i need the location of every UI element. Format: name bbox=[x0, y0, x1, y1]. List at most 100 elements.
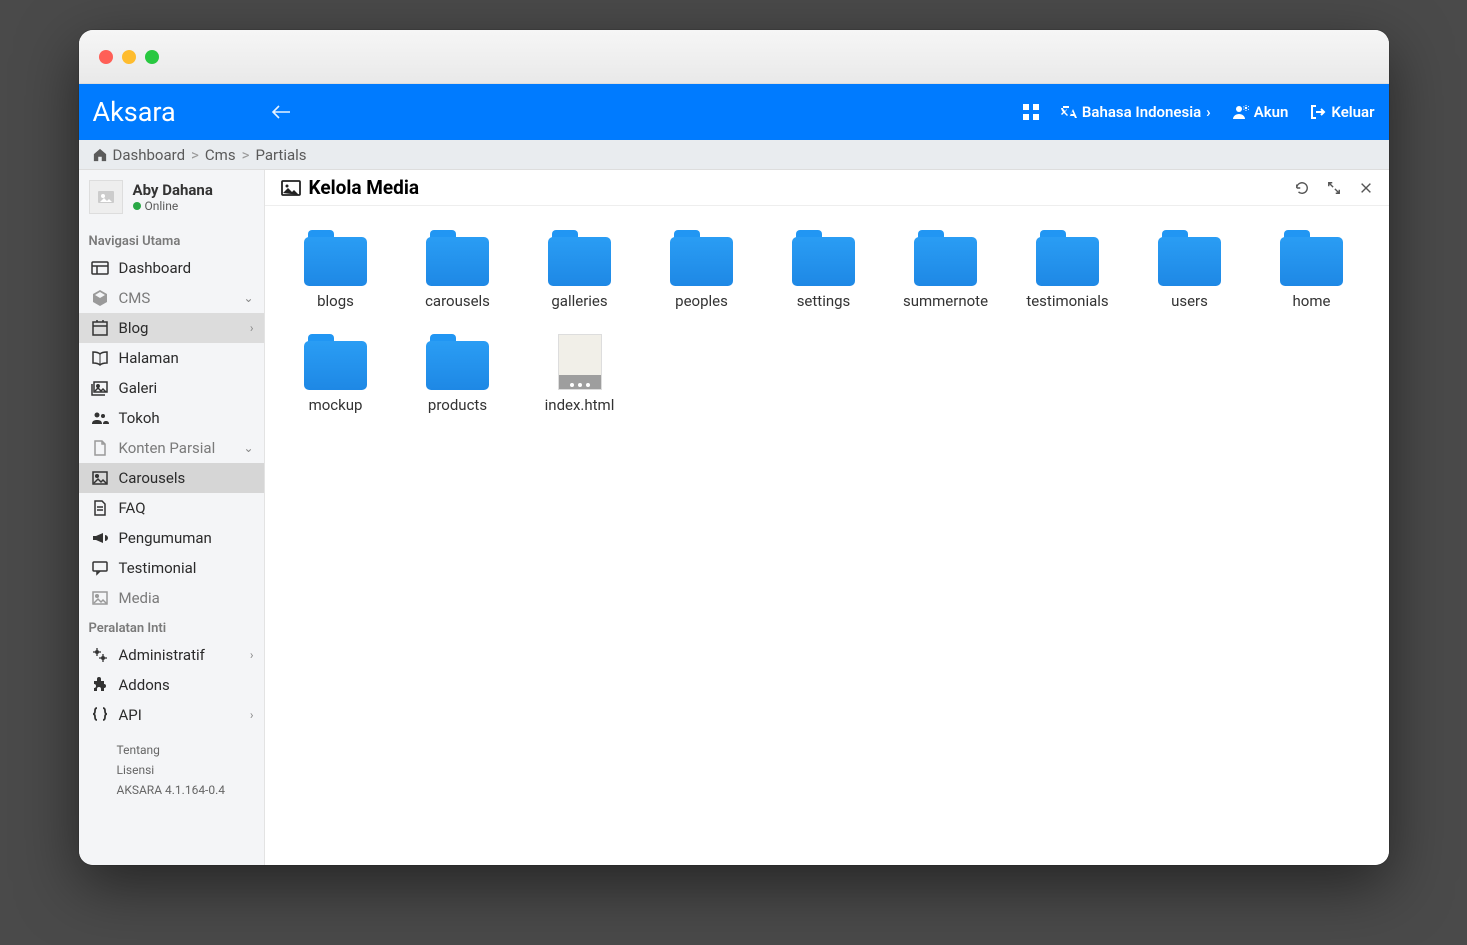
nav-pengumuman[interactable]: Pengumuman bbox=[79, 523, 264, 553]
folder-icon bbox=[914, 230, 977, 286]
folder-icon bbox=[548, 230, 611, 286]
folder-item[interactable]: blogs bbox=[275, 230, 397, 310]
status-dot-icon bbox=[133, 202, 141, 210]
nav-faq[interactable]: FAQ bbox=[79, 493, 264, 523]
close-icon[interactable] bbox=[1359, 181, 1373, 195]
chevron-down-icon: ⌄ bbox=[243, 291, 253, 305]
nav-blog[interactable]: Blog › bbox=[79, 313, 264, 343]
breadcrumb-cms[interactable]: Cms bbox=[205, 146, 236, 164]
nav-halaman[interactable]: Halaman bbox=[79, 343, 264, 373]
braces-icon bbox=[91, 706, 109, 724]
item-label: settings bbox=[797, 292, 851, 310]
nav-api[interactable]: API › bbox=[79, 700, 264, 730]
folder-item[interactable]: carousels bbox=[397, 230, 519, 310]
sidebar-footer: Tentang Lisensi AKSARA 4.1.164-0.4 bbox=[79, 730, 264, 806]
chat-icon bbox=[91, 559, 109, 577]
calendar-icon bbox=[91, 319, 109, 337]
nav-media[interactable]: Media bbox=[79, 583, 264, 613]
content: Aby Dahana Online Navigasi Utama Dashboa… bbox=[79, 170, 1389, 865]
picture-icon bbox=[91, 589, 109, 607]
folder-icon bbox=[670, 230, 733, 286]
media-icon bbox=[281, 179, 301, 197]
folder-item[interactable]: testimonials bbox=[1007, 230, 1129, 310]
images-icon bbox=[91, 379, 109, 397]
nav-header-main: Navigasi Utama bbox=[79, 226, 264, 253]
fullscreen-toggle-icon[interactable] bbox=[1023, 104, 1039, 120]
brand-logo[interactable]: Aksara bbox=[93, 96, 271, 128]
folder-icon bbox=[426, 334, 489, 390]
language-label: Bahasa Indonesia bbox=[1082, 103, 1201, 121]
logout-label: Keluar bbox=[1331, 103, 1374, 121]
folder-item[interactable]: users bbox=[1129, 230, 1251, 310]
folder-item[interactable]: summernote bbox=[885, 230, 1007, 310]
nav-header-tools: Peralatan Inti bbox=[79, 613, 264, 640]
file-icon bbox=[91, 439, 109, 457]
file-text-icon bbox=[91, 499, 109, 517]
folder-item[interactable]: products bbox=[397, 334, 519, 414]
home-icon bbox=[93, 148, 107, 162]
nav-tokoh[interactable]: Tokoh bbox=[79, 403, 264, 433]
nav-galeri[interactable]: Galeri bbox=[79, 373, 264, 403]
topbar-right: Bahasa Indonesia › Akun Keluar bbox=[1023, 103, 1375, 121]
chevron-right-icon: › bbox=[250, 648, 254, 662]
topbar: Aksara Bahasa Indonesia › Akun Keluar bbox=[79, 84, 1389, 140]
mac-titlebar bbox=[79, 30, 1389, 84]
nav-testimonial[interactable]: Testimonial bbox=[79, 553, 264, 583]
logout-button[interactable]: Keluar bbox=[1310, 103, 1374, 121]
folder-item[interactable]: settings bbox=[763, 230, 885, 310]
footer-tentang[interactable]: Tentang bbox=[117, 740, 254, 760]
app-window: Aksara Bahasa Indonesia › Akun Keluar bbox=[79, 30, 1389, 865]
breadcrumb: Dashboard > Cms > Partials bbox=[79, 140, 1389, 170]
item-label: summernote bbox=[903, 292, 988, 310]
chevron-right-icon: › bbox=[250, 708, 254, 722]
close-window-dot[interactable] bbox=[99, 50, 113, 64]
item-label: mockup bbox=[309, 396, 363, 414]
nav-administratif[interactable]: Administratif › bbox=[79, 640, 264, 670]
footer-version: AKSARA 4.1.164-0.4 bbox=[117, 780, 254, 800]
user-profile[interactable]: Aby Dahana Online bbox=[79, 170, 264, 226]
nav-addons[interactable]: Addons bbox=[79, 670, 264, 700]
translate-icon bbox=[1061, 104, 1077, 120]
minimize-window-dot[interactable] bbox=[122, 50, 136, 64]
breadcrumb-dashboard[interactable]: Dashboard bbox=[113, 146, 186, 164]
user-name: Aby Dahana bbox=[133, 181, 213, 199]
breadcrumb-sep: > bbox=[191, 146, 199, 164]
refresh-icon[interactable] bbox=[1295, 181, 1309, 195]
item-label: index.html bbox=[545, 396, 615, 414]
breadcrumb-sep: > bbox=[242, 146, 250, 164]
breadcrumb-partials[interactable]: Partials bbox=[255, 146, 306, 164]
back-arrow-icon[interactable] bbox=[271, 105, 299, 119]
nav-dashboard[interactable]: Dashboard bbox=[79, 253, 264, 283]
user-cog-icon bbox=[1233, 104, 1249, 120]
folder-item[interactable]: galleries bbox=[519, 230, 641, 310]
nav-cms[interactable]: CMS ⌄ bbox=[79, 283, 264, 313]
nav-carousels[interactable]: Carousels bbox=[79, 463, 264, 493]
expand-icon[interactable] bbox=[1327, 181, 1341, 195]
page-title: Kelola Media bbox=[281, 176, 420, 199]
folder-icon bbox=[426, 230, 489, 286]
account-label: Akun bbox=[1254, 103, 1289, 121]
media-grid: blogscarouselsgalleriespeoples settings su… bbox=[265, 206, 1389, 438]
user-status: Online bbox=[133, 199, 213, 213]
folder-item[interactable]: mockup bbox=[275, 334, 397, 414]
file-item[interactable]: index.html bbox=[519, 334, 641, 414]
account-menu[interactable]: Akun bbox=[1233, 103, 1289, 121]
image-icon bbox=[91, 469, 109, 487]
footer-lisensi[interactable]: Lisensi bbox=[117, 760, 254, 780]
chevron-right-icon: › bbox=[250, 321, 254, 335]
bullhorn-icon bbox=[91, 529, 109, 547]
item-label: testimonials bbox=[1026, 292, 1108, 310]
folder-item[interactable]: home bbox=[1251, 230, 1373, 310]
box-icon bbox=[91, 289, 109, 307]
puzzle-icon bbox=[91, 676, 109, 694]
item-label: users bbox=[1171, 292, 1208, 310]
book-icon bbox=[91, 349, 109, 367]
folder-icon bbox=[792, 230, 855, 286]
folder-icon bbox=[304, 230, 367, 286]
folder-item[interactable]: peoples bbox=[641, 230, 763, 310]
nav-konten-parsial[interactable]: Konten Parsial ⌄ bbox=[79, 433, 264, 463]
maximize-window-dot[interactable] bbox=[145, 50, 159, 64]
file-icon bbox=[558, 334, 602, 390]
language-switcher[interactable]: Bahasa Indonesia › bbox=[1061, 103, 1211, 121]
cogs-icon bbox=[91, 646, 109, 664]
